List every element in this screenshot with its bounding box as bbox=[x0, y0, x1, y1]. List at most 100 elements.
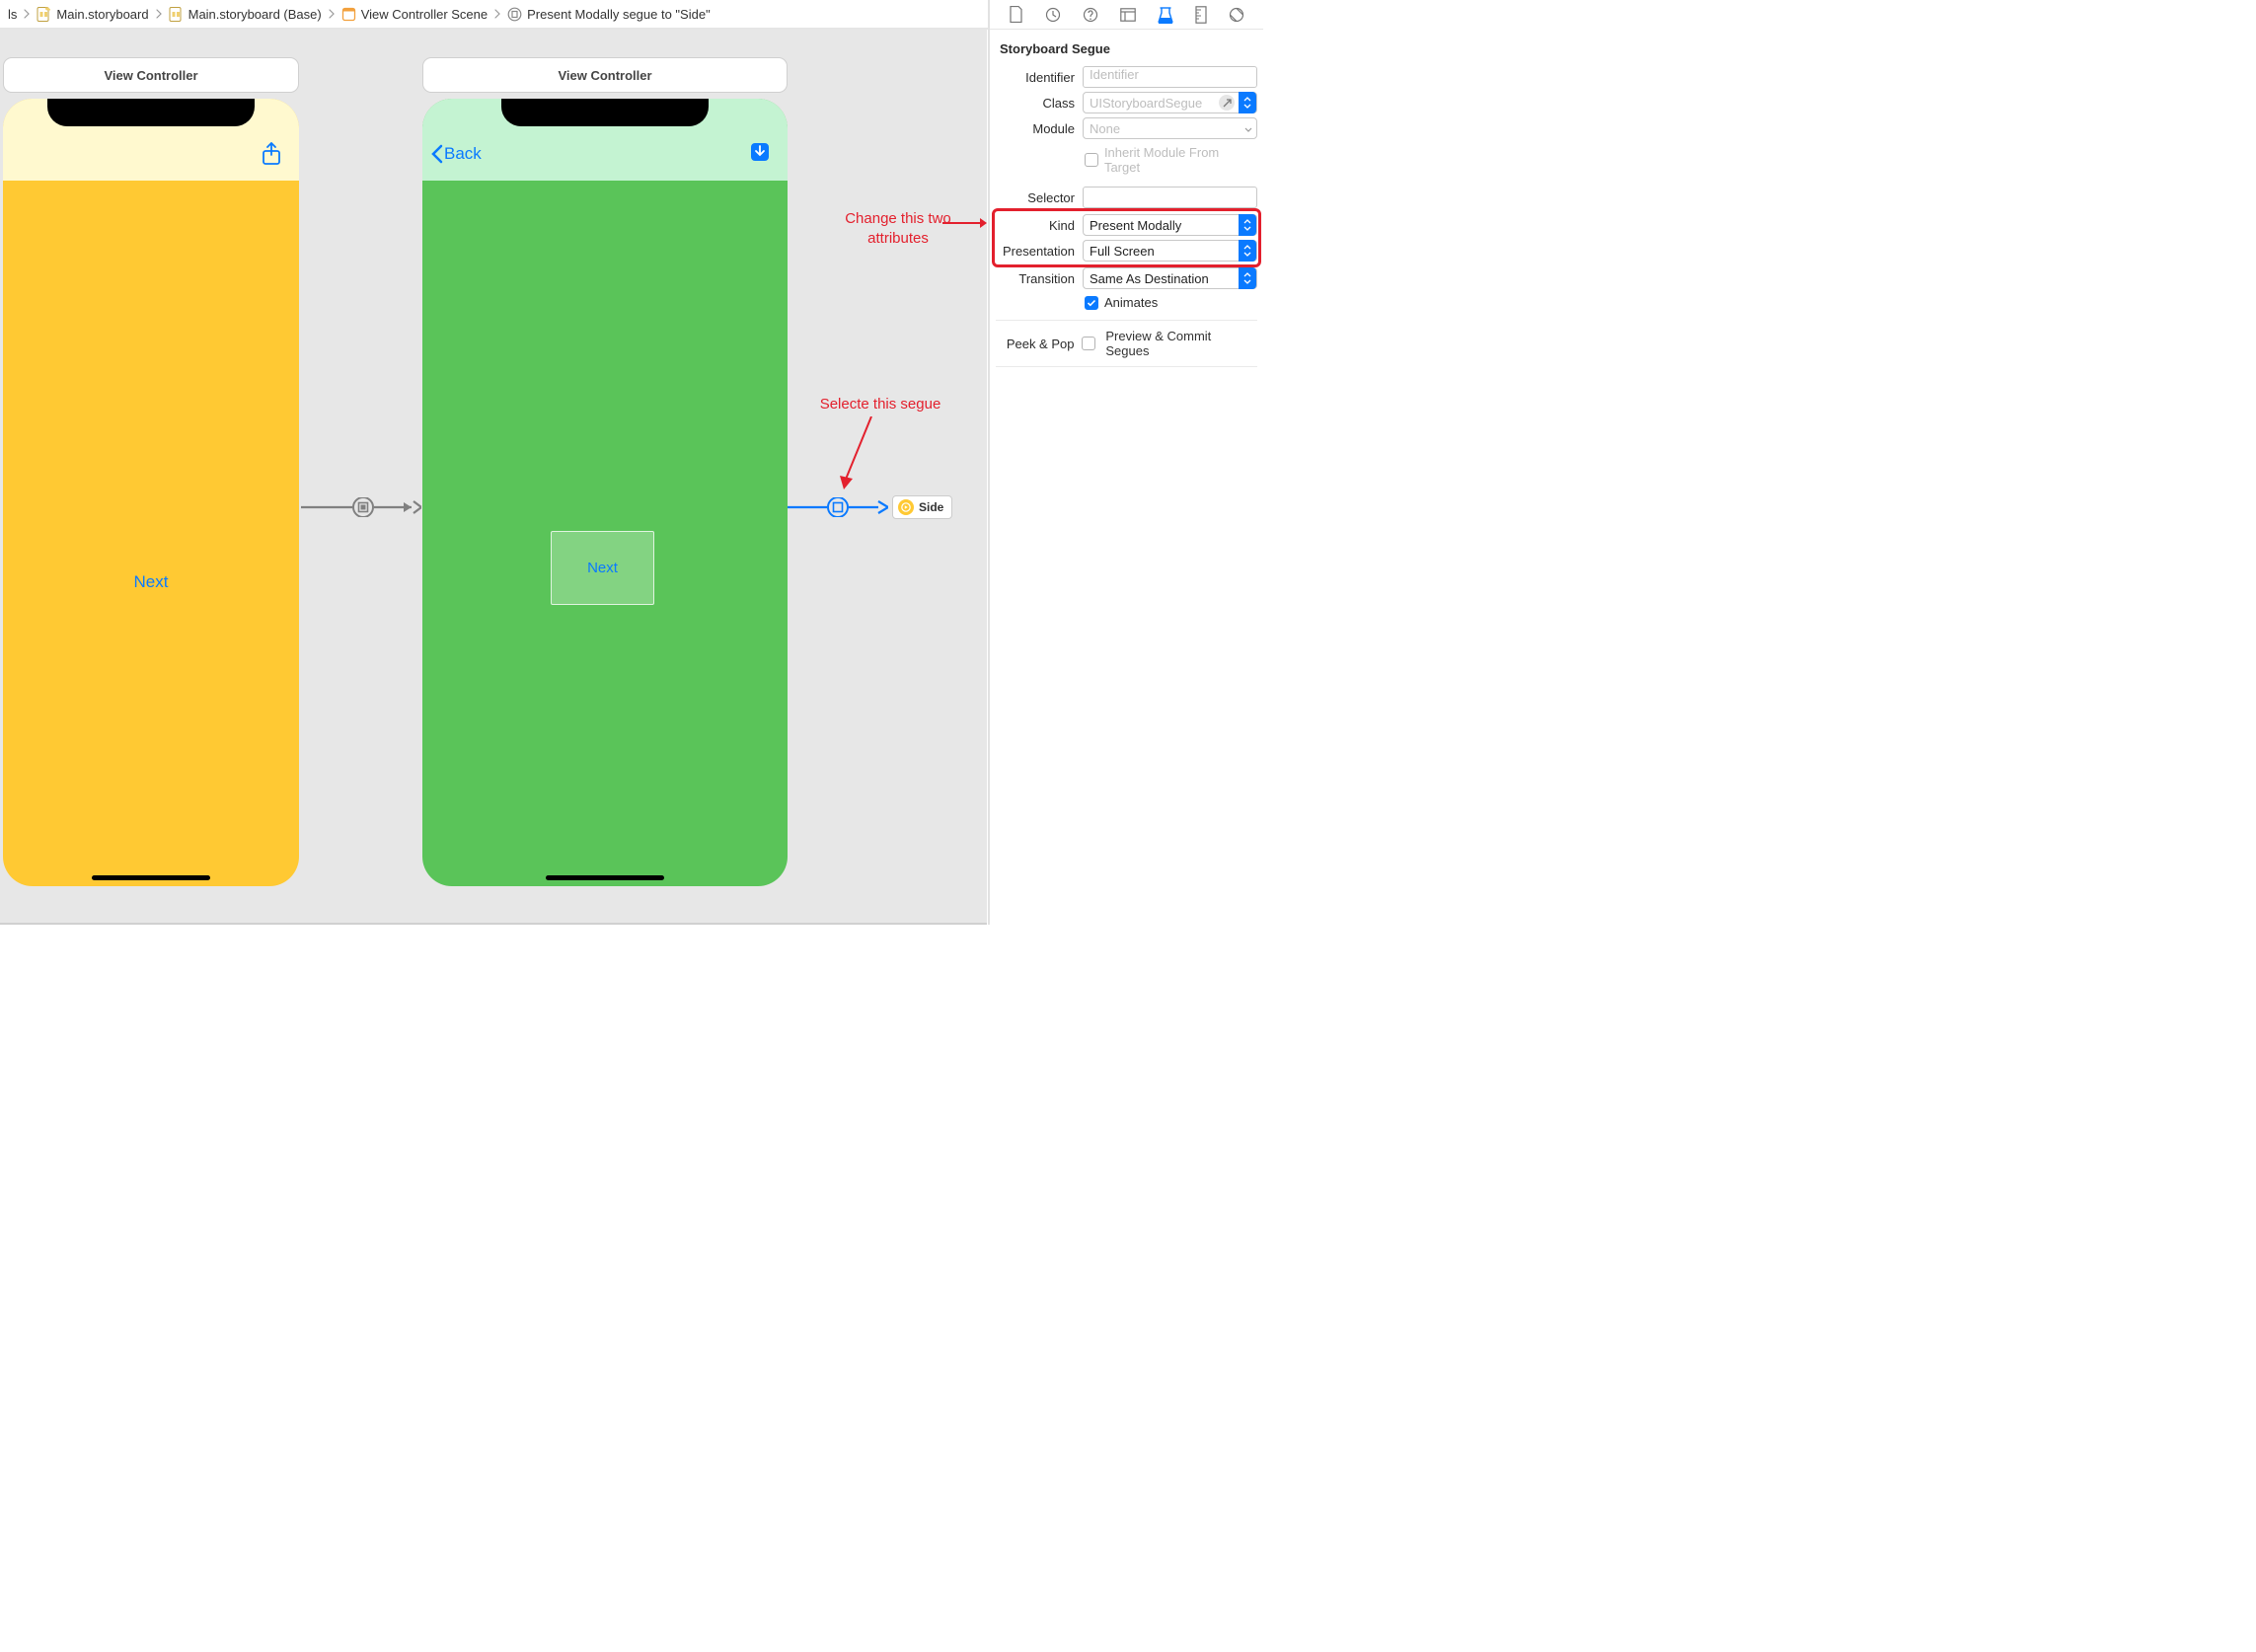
notch-icon bbox=[47, 99, 255, 126]
storyboard-icon bbox=[37, 7, 51, 22]
attributes-inspector-tab[interactable] bbox=[1158, 6, 1173, 24]
share-icon[interactable] bbox=[262, 142, 281, 169]
divider bbox=[996, 366, 1257, 367]
identity-inspector-tab[interactable] bbox=[1120, 8, 1136, 22]
identifier-row: Identifier Identifier bbox=[996, 64, 1257, 90]
scene-1-header[interactable]: View Controller bbox=[3, 57, 299, 93]
identifier-field[interactable]: Identifier bbox=[1083, 66, 1257, 88]
download-icon[interactable] bbox=[750, 142, 770, 165]
crumb-main-storyboard[interactable]: Main.storyboard bbox=[35, 7, 150, 22]
phone-scene-1[interactable]: Next bbox=[3, 99, 299, 886]
inherit-module-label: Inherit Module From Target bbox=[1104, 145, 1257, 175]
animates-checkbox[interactable] bbox=[1085, 296, 1098, 310]
back-label: Back bbox=[444, 144, 482, 164]
container-button-label: Next bbox=[587, 560, 618, 576]
storyboard-icon bbox=[169, 7, 184, 22]
peek-pop-row: Peek & Pop Preview & Commit Segues bbox=[996, 327, 1257, 360]
presentation-row: Presentation Full Screen bbox=[996, 238, 1257, 263]
inherit-module-checkbox[interactable] bbox=[1085, 153, 1098, 167]
animates-row: Animates bbox=[996, 291, 1257, 314]
chevron-right-icon bbox=[151, 9, 167, 19]
crumb-label: Main.storyboard bbox=[56, 7, 148, 22]
crumb-scene[interactable]: View Controller Scene bbox=[339, 7, 489, 22]
crumb-segue[interactable]: Present Modally segue to "Side" bbox=[505, 7, 713, 22]
scene-icon bbox=[341, 7, 356, 22]
help-inspector-tab[interactable] bbox=[1083, 7, 1098, 23]
chevron-down-icon bbox=[1244, 121, 1252, 136]
connections-inspector-tab[interactable] bbox=[1229, 7, 1244, 23]
container-view[interactable]: Next bbox=[551, 531, 654, 605]
jump-to-class-icon[interactable] bbox=[1219, 95, 1235, 111]
highlighted-attributes: Kind Present Modally Presentation Full S… bbox=[996, 212, 1257, 263]
back-button[interactable]: Back bbox=[430, 144, 482, 164]
transition-value: Same As Destination bbox=[1090, 271, 1209, 286]
section-title: Storyboard Segue bbox=[996, 36, 1257, 64]
class-value: UIStoryboardSegue bbox=[1090, 96, 1202, 111]
chevron-right-icon bbox=[324, 9, 339, 19]
chevron-right-icon bbox=[489, 9, 505, 19]
inspector-tabs bbox=[990, 0, 1263, 30]
side-scene-reference[interactable]: Side bbox=[892, 495, 952, 519]
selector-row: Selector bbox=[996, 185, 1257, 210]
scene-2-title: View Controller bbox=[558, 68, 651, 83]
animates-label: Animates bbox=[1104, 295, 1158, 310]
home-indicator-icon bbox=[546, 875, 664, 880]
transition-row: Transition Same As Destination bbox=[996, 265, 1257, 291]
transition-select[interactable]: Same As Destination bbox=[1083, 267, 1257, 289]
module-row: Module None bbox=[996, 115, 1257, 141]
class-row: Class UIStoryboardSegue bbox=[996, 90, 1257, 115]
crumb-label: Main.storyboard (Base) bbox=[188, 7, 322, 22]
stepper-icon[interactable] bbox=[1239, 92, 1256, 113]
stepper-icon[interactable] bbox=[1239, 214, 1256, 236]
nav-bar-2: Back bbox=[422, 99, 788, 181]
kind-row: Kind Present Modally bbox=[996, 212, 1257, 238]
peek-pop-value: Preview & Commit Segues bbox=[1101, 329, 1257, 358]
module-value: None bbox=[1090, 121, 1120, 136]
module-label: Module bbox=[996, 121, 1077, 136]
size-inspector-tab[interactable] bbox=[1195, 6, 1207, 24]
kind-label: Kind bbox=[996, 218, 1077, 233]
module-select[interactable]: None bbox=[1083, 117, 1257, 139]
segue-connector-selected[interactable] bbox=[720, 497, 888, 517]
transition-label: Transition bbox=[996, 271, 1077, 286]
divider bbox=[996, 320, 1257, 321]
stepper-icon[interactable] bbox=[1239, 240, 1256, 262]
segue-connector-1[interactable] bbox=[301, 497, 421, 517]
presentation-select[interactable]: Full Screen bbox=[1083, 240, 1257, 262]
kind-select[interactable]: Present Modally bbox=[1083, 214, 1257, 236]
arrow-annotation-2 bbox=[837, 416, 886, 495]
storyboard-canvas[interactable]: View Controller View Controller Next bbox=[0, 30, 987, 925]
peek-pop-label: Peek & Pop bbox=[996, 337, 1076, 351]
class-select[interactable]: UIStoryboardSegue bbox=[1083, 92, 1257, 113]
chevron-right-icon bbox=[19, 9, 35, 19]
storyboard-reference-icon bbox=[898, 499, 914, 515]
nav-bar-1 bbox=[3, 99, 299, 181]
side-label: Side bbox=[919, 500, 943, 514]
peek-pop-checkbox[interactable] bbox=[1082, 337, 1095, 350]
segue-icon bbox=[507, 7, 522, 22]
file-inspector-tab[interactable] bbox=[1009, 6, 1023, 23]
stepper-icon[interactable] bbox=[1239, 267, 1256, 289]
annotation-segue: Selecte this segue bbox=[801, 395, 959, 414]
selector-label: Selector bbox=[996, 190, 1077, 205]
next-button-1[interactable]: Next bbox=[134, 572, 169, 592]
class-label: Class bbox=[996, 96, 1077, 111]
identifier-label: Identifier bbox=[996, 70, 1077, 85]
crumb-ls[interactable]: ls bbox=[6, 7, 19, 22]
arrow-annotation-1 bbox=[942, 209, 987, 237]
breadcrumb[interactable]: ls Main.storyboard Main.storyboard (Base… bbox=[6, 7, 1111, 22]
crumb-main-storyboard-base[interactable]: Main.storyboard (Base) bbox=[167, 7, 324, 22]
selector-field[interactable] bbox=[1083, 187, 1257, 208]
kind-value: Present Modally bbox=[1090, 218, 1181, 233]
phone-scene-2[interactable]: Back Next bbox=[422, 99, 788, 886]
presentation-label: Presentation bbox=[996, 244, 1077, 259]
presentation-value: Full Screen bbox=[1090, 244, 1155, 259]
home-indicator-icon bbox=[92, 875, 210, 880]
inherit-module-row: Inherit Module From Target bbox=[996, 141, 1257, 179]
scene-1-title: View Controller bbox=[104, 68, 197, 83]
inspector-panel: Storyboard Segue Identifier Identifier C… bbox=[988, 0, 1263, 925]
history-inspector-tab[interactable] bbox=[1045, 7, 1061, 23]
crumb-label: Present Modally segue to "Side" bbox=[527, 7, 711, 22]
notch-icon bbox=[501, 99, 709, 126]
scene-2-header[interactable]: View Controller bbox=[422, 57, 788, 93]
